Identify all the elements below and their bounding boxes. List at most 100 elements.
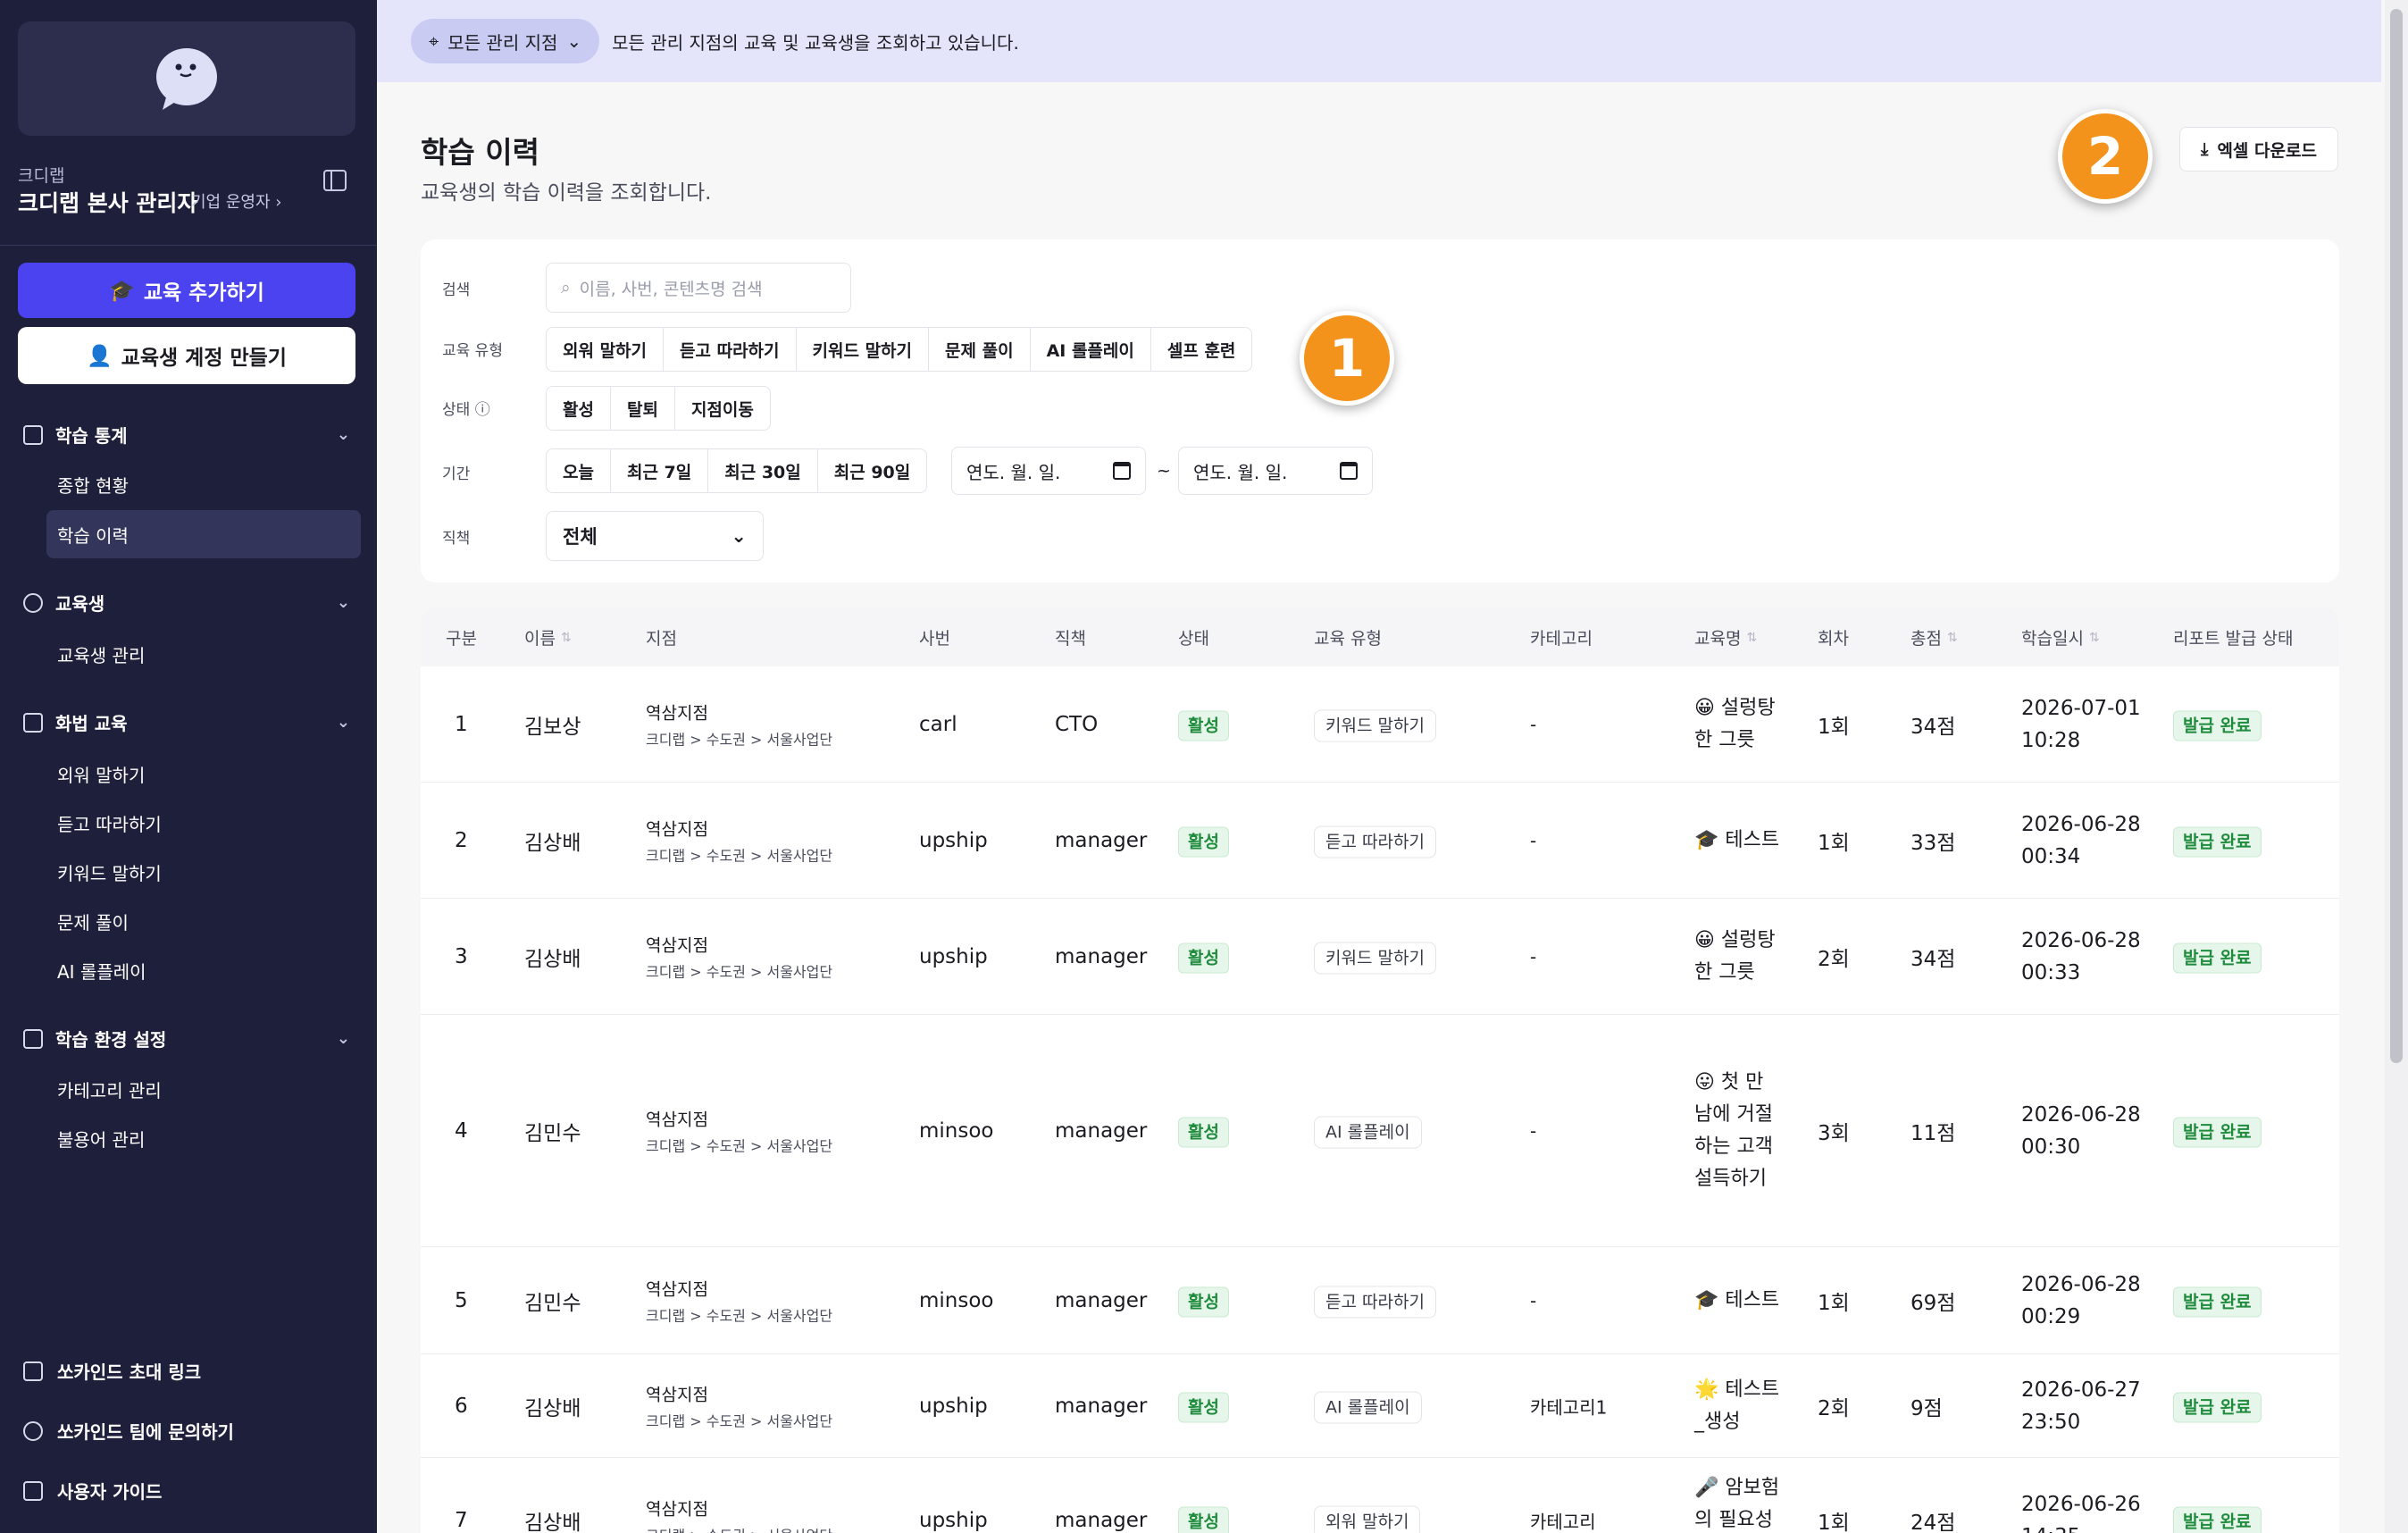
col-edu[interactable]: 교육명 ⇅ — [1694, 625, 1757, 649]
sidebar-item-memorize[interactable]: 외워 말하기 — [46, 750, 361, 798]
status-badge: 활성 — [1178, 710, 1229, 741]
sidebar-item-category[interactable]: 카테고리 관리 — [46, 1065, 361, 1113]
branch-name: 역삼지점 — [646, 1499, 708, 1519]
period-option[interactable]: 오늘 — [547, 449, 611, 492]
type-option[interactable]: 문제 풀이 — [929, 328, 1031, 371]
status-option[interactable]: 탈퇴 — [611, 387, 675, 430]
cell-no: 2 — [455, 828, 468, 852]
cell-name: 김상배 — [524, 947, 581, 971]
cell-name: 김상배 — [524, 831, 581, 855]
table-row[interactable]: 4 김민수 역삼지점 크디랩 > 수도권 > 서울사업단 minsoo manager 활성… — [421, 1015, 2339, 1247]
sidebar-item-history[interactable]: 학습 이력 — [46, 510, 361, 558]
cell-position: manager — [1055, 1394, 1148, 1418]
type-option[interactable]: AI 롤플레이 — [1031, 328, 1151, 371]
search-input[interactable]: ⌕ 이름, 사번, 콘텐츠명 검색 — [546, 263, 851, 313]
col-score[interactable]: 총점 ⇅ — [1911, 625, 1958, 649]
table-row[interactable]: 3 김상배 역삼지점 크디랩 > 수도권 > 서울사업단 upship manager 활성… — [421, 899, 2339, 1015]
nav-group-stats[interactable]: 학습 통계 ⌄ — [23, 422, 350, 448]
cell-emp: upship — [919, 944, 988, 968]
org-name[interactable]: 크디랩 본사 관리자 — [18, 186, 197, 218]
cell-score: 34점 — [1911, 947, 1956, 971]
type-filter: 외워 말하기 듣고 따라하기 키워드 말하기 문제 풀이 AI 롤플레이 셀프 … — [546, 327, 1253, 372]
invite-link[interactable]: 쏘카인드 초대 링크 — [23, 1358, 201, 1384]
sidebar-item-keyword[interactable]: 키워드 말하기 — [46, 848, 361, 896]
cell-status: 활성 — [1178, 826, 1229, 857]
cell-position: manager — [1055, 828, 1148, 852]
status-option[interactable]: 지점이동 — [675, 387, 770, 430]
period-option[interactable]: 최근 30일 — [708, 449, 818, 492]
cell-date: 2026-06-28 00:33 — [2021, 928, 2141, 984]
cell-edu: 😀 설렁탕 한 그릇 — [1694, 928, 1776, 984]
sort-icon: ⇅ — [1946, 630, 1958, 645]
table-row[interactable]: 2 김상배 역삼지점 크디랩 > 수도권 > 서울사업단 upship manager 활성… — [421, 783, 2339, 899]
period-option[interactable]: 최근 7일 — [611, 449, 709, 492]
nav-group-settings[interactable]: 학습 환경 설정 ⌄ — [23, 1026, 350, 1051]
sidebar-item-stopwords[interactable]: 불용어 관리 — [46, 1114, 361, 1162]
table-row[interactable]: 6 김상배 역삼지점 크디랩 > 수도권 > 서울사업단 upship manager 활성… — [421, 1354, 2339, 1458]
table-row[interactable]: 7 김상배 역삼지점크디랩 > 수도권 > 서울사업단 upship manager 활성… — [421, 1458, 2339, 1533]
cell-score: 34점 — [1911, 715, 1956, 739]
sidebar-item-quiz[interactable]: 문제 풀이 — [46, 897, 361, 945]
org-role[interactable]: 기업 운영자 › — [191, 189, 281, 213]
contact-team[interactable]: 쏘카인드 팀에 문의하기 — [23, 1418, 234, 1444]
cell-emp: upship — [919, 1394, 988, 1418]
branch-path: 크디랩 > 수도권 > 서울사업단 — [646, 1523, 832, 1533]
cell-branch: 역삼지점크디랩 > 수도권 > 서울사업단 — [646, 816, 832, 865]
position-label: 직책 — [442, 530, 471, 548]
col-date[interactable]: 학습일시 ⇅ — [2021, 625, 2100, 649]
nav-group-speech[interactable]: 화법 교육 ⌄ — [23, 709, 350, 735]
cell-date: 2026-06-28 00:34 — [2021, 812, 2141, 868]
nav-group-trainees[interactable]: 교육생 ⌄ — [23, 590, 350, 616]
period-option[interactable]: 최근 90일 — [818, 449, 926, 492]
type-option[interactable]: 키워드 말하기 — [797, 328, 930, 371]
user-guide[interactable]: 사용자 가이드 — [23, 1478, 162, 1504]
status-option[interactable]: 활성 — [547, 387, 611, 430]
type-label: 교육 유형 — [442, 342, 503, 360]
cell-no: 1 — [455, 712, 468, 736]
sidebar-item-roleplay[interactable]: AI 롤플레이 — [46, 946, 361, 994]
sidebar-item-overview[interactable]: 종합 현황 — [46, 460, 361, 508]
type-option[interactable]: 듣고 따라하기 — [664, 328, 797, 371]
help-icon[interactable]: ⓘ — [475, 401, 490, 419]
sidebar-item-trainee-mgmt[interactable]: 교육생 관리 — [46, 630, 361, 678]
report-badge: 발급 완료 — [2173, 710, 2262, 741]
cell-no: 4 — [455, 1118, 468, 1143]
status-badge: 활성 — [1178, 826, 1229, 857]
divider — [0, 245, 377, 246]
create-account-button[interactable]: 👤 교육생 계정 만들기 — [18, 327, 355, 384]
type-chip: AI 롤플레이 — [1314, 1116, 1422, 1148]
position-select[interactable]: 전체 ⌄ — [546, 511, 764, 561]
cell-report: 발급 완료 — [2173, 942, 2262, 973]
col-type: 교육 유형 — [1314, 629, 1382, 649]
type-option[interactable]: 셀프 훈련 — [1151, 328, 1252, 371]
logo — [18, 21, 355, 136]
sidebar-item-listen[interactable]: 듣고 따라하기 — [46, 799, 361, 847]
link-icon — [23, 1361, 43, 1381]
add-education-button[interactable]: 🎓 교육 추가하기 — [18, 263, 355, 318]
cell-position: manager — [1055, 1508, 1148, 1532]
cell-category: 카테고리 — [1530, 1511, 1596, 1532]
table-row[interactable]: 1 김보상 역삼지점 크디랩 > 수도권 > 서울사업단 carl CTO 활성 키워드 말하… — [421, 666, 2339, 783]
excel-download-button[interactable]: ⤓ 엑셀 다운로드 — [2179, 127, 2338, 172]
period-filter: 오늘 최근 7일 최근 30일 최근 90일 — [546, 448, 928, 493]
branch-select[interactable]: ⌖ 모든 관리 지점 ⌄ — [411, 19, 600, 63]
annotation-badge-1: 1 — [1300, 311, 1394, 406]
end-date-input[interactable]: 연도. 월. 일. — [1178, 447, 1373, 495]
cell-report: 발급 완료 — [2173, 1286, 2262, 1317]
cell-branch: 역삼지점크디랩 > 수도권 > 서울사업단 — [646, 1495, 832, 1533]
col-name[interactable]: 이름 ⇅ — [524, 625, 572, 649]
start-date-input[interactable]: 연도. 월. 일. — [951, 447, 1146, 495]
branch-path: 크디랩 > 수도권 > 서울사업단 — [646, 1412, 833, 1429]
type-option[interactable]: 외워 말하기 — [547, 328, 665, 371]
sidebar-collapse-icon[interactable] — [323, 170, 347, 191]
branch-name: 역삼지점 — [646, 819, 708, 839]
scrollbar-thumb[interactable] — [2390, 9, 2403, 1063]
period-label: 기간 — [442, 465, 471, 483]
cell-edu: 🌟 테스트_생성 — [1694, 1378, 1780, 1433]
type-chip: 키워드 말하기 — [1314, 942, 1436, 974]
col-round: 회차 — [1818, 629, 1849, 649]
cell-emp: carl — [919, 712, 957, 736]
cell-date: 2026-07-01 10:28 — [2021, 696, 2141, 752]
cell-category: 카테고리1 — [1530, 1396, 1608, 1418]
table-row[interactable]: 5 김민수 역삼지점 크디랩 > 수도권 > 서울사업단 minsoo manager 활성… — [421, 1247, 2339, 1354]
